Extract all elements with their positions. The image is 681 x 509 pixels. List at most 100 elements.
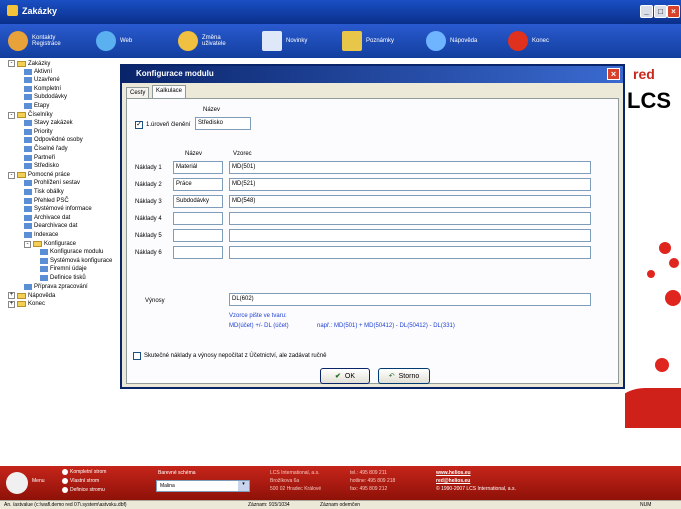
level-name-input[interactable]: Středisko	[195, 117, 251, 130]
cost-formula-input[interactable]: MD(501)	[229, 161, 591, 174]
tree-item-label: Priority	[34, 128, 53, 135]
tree-item[interactable]: Přehled PSČ	[24, 197, 69, 204]
dialog-close-button[interactable]: ×	[607, 68, 620, 80]
menu-label[interactable]: Menu	[32, 478, 45, 484]
storno-button[interactable]: ↶ Storno	[378, 368, 430, 384]
cost-name-input[interactable]	[173, 212, 223, 225]
tree-item-label: Příprava zpracování	[34, 283, 88, 290]
cost-name-input[interactable]	[173, 229, 223, 242]
cost-formula-input[interactable]	[229, 246, 591, 259]
level-checkbox[interactable]: ✓	[135, 121, 143, 129]
tree-item[interactable]: Systémová konfigurace	[40, 257, 112, 264]
node-icon	[40, 275, 48, 281]
status-bar: An. /astvalue (c:\wafl.demo red 07\.syst…	[0, 500, 681, 509]
menu-icon[interactable]	[6, 472, 28, 494]
scheme-select[interactable]: Malina ▾	[156, 480, 250, 492]
maximize-button[interactable]: □	[654, 5, 667, 18]
tree-item[interactable]: + Konec	[8, 300, 46, 308]
node-icon	[24, 283, 32, 290]
minimize-button[interactable]: _	[640, 5, 653, 18]
scheme-label: Barevné schéma	[158, 470, 196, 476]
tree-item[interactable]: Tisk obálky	[24, 189, 64, 195]
cost-row-label: Náklady 1	[135, 165, 162, 171]
cost-row-label: Náklady 3	[135, 199, 162, 205]
tree-item[interactable]: Aktivní	[24, 68, 53, 75]
tree-item[interactable]: Definice tisků	[40, 275, 86, 281]
tree-item[interactable]: Indexace	[24, 232, 58, 238]
cost-name-input[interactable]: Práce	[173, 178, 223, 191]
tree-item-label: Konec	[28, 301, 46, 308]
toolbar-konec[interactable]: Konec	[508, 27, 549, 55]
tree-item[interactable]: Číselné řady	[24, 146, 68, 152]
toolbar-poznamky[interactable]: Poznámky	[342, 27, 394, 55]
tree-item[interactable]: Subdodávky	[24, 94, 67, 101]
cost-name-input[interactable]	[173, 246, 223, 259]
cost-formula-input[interactable]	[229, 229, 591, 242]
undo-icon: ↶	[388, 373, 395, 380]
status-path: An. /astvalue (c:\wafl.demo red 07\.syst…	[4, 502, 127, 508]
tree-item[interactable]: Partneři	[24, 154, 56, 161]
tree-item[interactable]: Odpovědné osoby	[24, 137, 83, 144]
tree-item-label: Konfigurace	[44, 241, 77, 248]
toolbar-web[interactable]: Web	[96, 27, 132, 55]
close-button[interactable]: ×	[667, 5, 680, 18]
tree-item[interactable]: Dearchivace dat	[24, 223, 77, 230]
tree-item[interactable]: Středisko	[24, 163, 59, 170]
cost-formula-input[interactable]	[229, 212, 591, 225]
manual-entry-checkbox[interactable]	[133, 352, 141, 360]
tree-item[interactable]: Uzavřené	[24, 77, 60, 84]
node-icon	[40, 266, 48, 273]
tree-item-label: Aktivní	[34, 68, 53, 75]
cost-formula-input[interactable]: MD(521)	[229, 178, 591, 191]
tree-item[interactable]: Firemní údaje	[40, 266, 87, 273]
tree-item-label: Uzavřené	[34, 77, 60, 84]
node-icon	[24, 223, 32, 230]
tree-item[interactable]: - Číselníky	[8, 111, 53, 119]
node-icon	[24, 137, 32, 144]
tree-item[interactable]: Kompletní	[24, 85, 61, 92]
ok-button[interactable]: ✔ OK	[320, 368, 370, 384]
tree-item[interactable]: + Nápověda	[8, 292, 55, 300]
folder-icon	[17, 112, 26, 119]
tree-item[interactable]: - Pomocné práce	[8, 171, 70, 179]
tree-item-label: Tisk obálky	[34, 189, 64, 195]
expand-icon: +	[8, 300, 15, 308]
tree-item[interactable]: Příprava zpracování	[24, 283, 88, 290]
tree-item[interactable]: Archivace dat	[24, 214, 70, 221]
tree-item-label: Přehled PSČ	[34, 197, 69, 204]
hint-syntax: MD(účet) +/- DL (účet)	[229, 323, 289, 329]
tree-item[interactable]: Systémové informace	[24, 206, 92, 213]
revenue-formula-input[interactable]: DL(602)	[229, 293, 591, 306]
cost-name-input[interactable]: Subdodávky	[173, 195, 223, 208]
tree-item[interactable]: - Zakázky	[8, 60, 50, 67]
radio-tree-definition[interactable]: Definice stromu	[62, 487, 105, 493]
tree-item[interactable]: Prohlížení sestav	[24, 180, 80, 187]
title-bar: Zakázky _ □ ×	[0, 0, 681, 24]
bottom-bar: Menu Kompletní strom Vlastní strom Defin…	[0, 466, 681, 500]
toolbar-zmena-uzivatele[interactable]: Změna uživatele	[178, 27, 242, 55]
node-icon	[24, 232, 32, 238]
tree-item[interactable]: Etapy	[24, 103, 49, 109]
toolbar-kontakty[interactable]: Kontakty Registrace	[8, 27, 72, 55]
toolbar-novinky[interactable]: Novinky	[262, 27, 307, 55]
tree-item[interactable]: Priority	[24, 128, 53, 135]
radio-full-tree[interactable]: Kompletní strom	[62, 469, 106, 475]
brand-text: red	[633, 66, 655, 82]
kalkulace-panel: Název ✓ 1.úroveň členění Středisko Název…	[126, 98, 619, 384]
cost-formula-input[interactable]: MD(548)	[229, 195, 591, 208]
toolbar-napoveda[interactable]: Nápověda	[426, 27, 477, 55]
tree-item[interactable]: Konfigurace modulu	[40, 249, 103, 256]
node-icon	[24, 197, 32, 204]
node-icon	[24, 214, 32, 221]
tree-item-label: Partneři	[34, 154, 56, 161]
tab-kalkulace[interactable]: Kalkulace	[152, 85, 187, 99]
tree-item[interactable]: Stavy zakázek	[24, 120, 73, 127]
brand-text-bottom: red	[627, 430, 649, 446]
radio-own-tree[interactable]: Vlastní strom	[62, 478, 99, 484]
node-icon	[24, 103, 32, 109]
decor-dot	[659, 242, 671, 254]
help-icon	[426, 31, 446, 51]
tree-item[interactable]: - Konfigurace	[24, 240, 77, 248]
level-checkbox-label: 1.úroveň členění	[146, 122, 191, 128]
cost-name-input[interactable]: Materiál	[173, 161, 223, 174]
